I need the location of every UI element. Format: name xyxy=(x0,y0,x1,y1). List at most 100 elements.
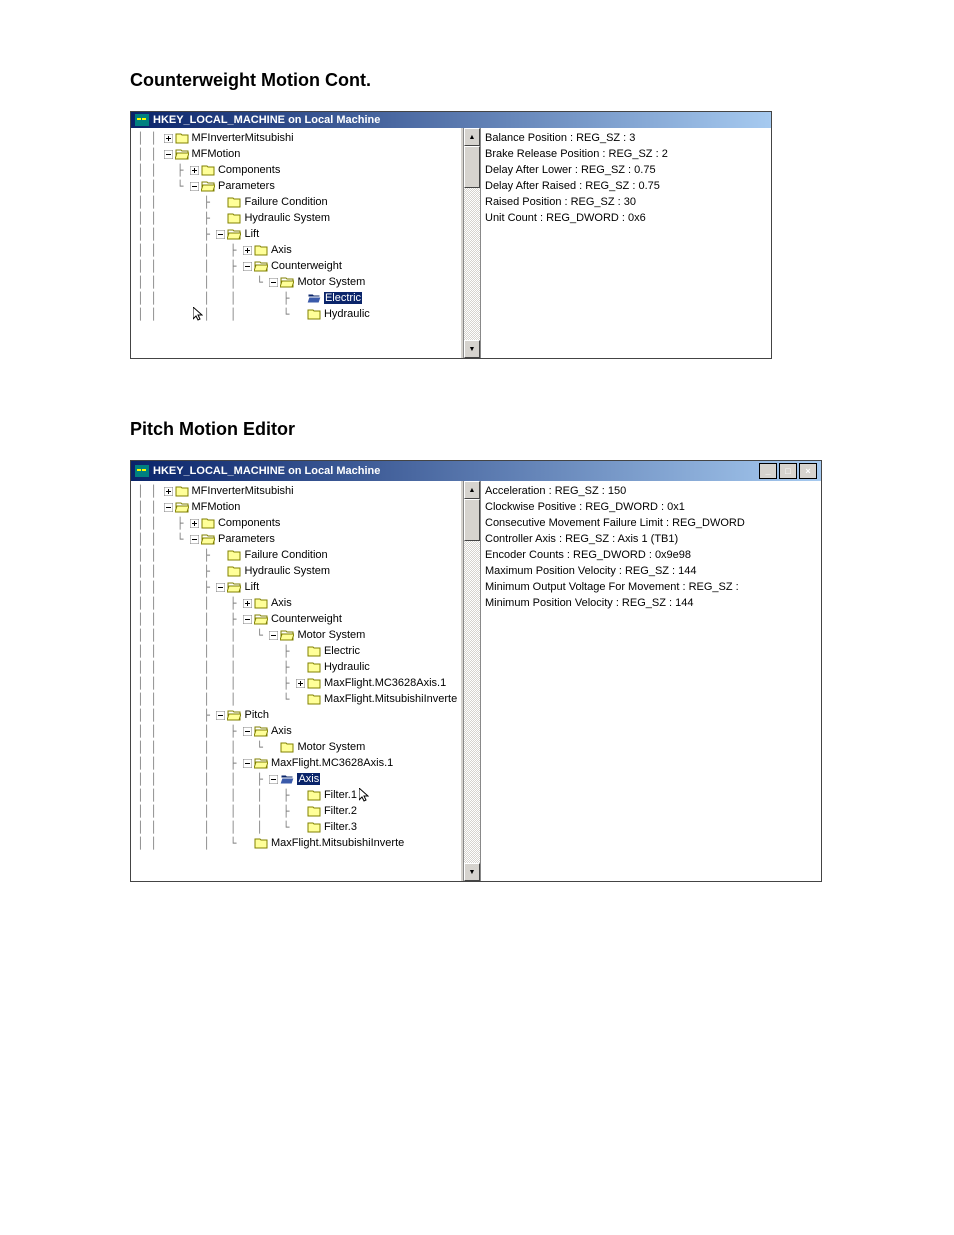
registry-value[interactable]: Maximum Position Velocity : REG_SZ : 144 xyxy=(485,563,817,579)
registry-value[interactable]: Clockwise Positive : REG_DWORD : 0x1 xyxy=(485,499,817,515)
tree-label[interactable]: Axis xyxy=(297,773,320,785)
tree-node[interactable]: │ │ │ │ ├ Electric xyxy=(137,290,461,306)
tree-node[interactable]: │ │ MFMotion xyxy=(137,146,461,162)
expand-box-icon[interactable] xyxy=(190,166,201,175)
scroll-thumb[interactable] xyxy=(464,146,480,188)
tree-label[interactable]: Hydraulic System xyxy=(244,212,330,224)
tree-label[interactable]: Axis xyxy=(271,244,292,256)
tree-label[interactable]: Motor System xyxy=(297,741,365,753)
expand-box-icon[interactable] xyxy=(296,789,307,801)
expand-box-icon[interactable] xyxy=(216,565,227,577)
expand-box-icon[interactable] xyxy=(296,679,307,688)
tree-node[interactable]: │ │ │ │ ├ MaxFlight.MC3628Axis.1 xyxy=(137,675,461,691)
value-pane-2[interactable]: Acceleration : REG_SZ : 150Clockwise Pos… xyxy=(481,481,821,881)
registry-value[interactable]: Minimum Output Voltage For Movement : RE… xyxy=(485,579,817,595)
registry-value[interactable]: Unit Count : REG_DWORD : 0x6 xyxy=(485,210,767,226)
registry-value[interactable]: Raised Position : REG_SZ : 30 xyxy=(485,194,767,210)
tree-label[interactable]: Failure Condition xyxy=(244,549,327,561)
tree-label[interactable]: MFInverterMitsubishi xyxy=(192,132,294,144)
tree-label[interactable]: Parameters xyxy=(218,533,275,545)
tree-label[interactable]: Motor System xyxy=(297,276,365,288)
scroll-down-icon[interactable]: ▼ xyxy=(464,340,480,358)
scroll-thumb[interactable] xyxy=(464,499,480,541)
expand-box-icon[interactable] xyxy=(269,775,280,784)
tree-node[interactable]: │ │ │ │ └ Motor System xyxy=(137,627,461,643)
scroll-up-icon[interactable]: ▲ xyxy=(464,128,480,146)
expand-box-icon[interactable] xyxy=(243,599,254,608)
expand-box-icon[interactable] xyxy=(164,487,175,496)
tree-label[interactable]: MFMotion xyxy=(192,501,241,513)
registry-value[interactable]: Delay After Lower : REG_SZ : 0.75 xyxy=(485,162,767,178)
tree-label[interactable]: MaxFlight.MitsubishiInverte xyxy=(271,837,404,849)
expand-box-icon[interactable] xyxy=(296,645,307,657)
tree-node[interactable]: │ │ ├ Hydraulic System xyxy=(137,210,461,226)
tree-label[interactable]: Filter.1 xyxy=(324,789,357,801)
tree-node[interactable]: │ │ └ Parameters xyxy=(137,178,461,194)
expand-box-icon[interactable] xyxy=(190,535,201,544)
tree-node[interactable]: │ │ │ ├ Axis xyxy=(137,595,461,611)
expand-box-icon[interactable] xyxy=(296,805,307,817)
tree-node[interactable]: │ │ │ │ ├ Axis xyxy=(137,771,461,787)
expand-box-icon[interactable] xyxy=(269,741,280,753)
registry-value[interactable]: Encoder Counts : REG_DWORD : 0x9e98 xyxy=(485,547,817,563)
expand-box-icon[interactable] xyxy=(243,727,254,736)
value-pane-1[interactable]: Balance Position : REG_SZ : 3Brake Relea… xyxy=(481,128,771,358)
titlebar-2[interactable]: HKEY_LOCAL_MACHINE on Local Machine _ □ … xyxy=(131,461,821,481)
registry-value[interactable]: Controller Axis : REG_SZ : Axis 1 (TB1) xyxy=(485,531,817,547)
tree-node[interactable]: │ │ MFInverterMitsubishi xyxy=(137,130,461,146)
expand-box-icon[interactable] xyxy=(164,503,175,512)
tree-label[interactable]: Electric xyxy=(324,292,362,304)
tree-pane-1[interactable]: │ │ MFInverterMitsubishi│ │ MFMotion │ │ … xyxy=(131,128,463,358)
tree-node[interactable]: │ │ ├ Hydraulic System xyxy=(137,563,461,579)
tree-node[interactable]: │ │ │ ├ Counterweight xyxy=(137,611,461,627)
expand-box-icon[interactable] xyxy=(243,837,254,849)
tree-label[interactable]: MFInverterMitsubishi xyxy=(192,485,294,497)
expand-box-icon[interactable] xyxy=(164,134,175,143)
tree-label[interactable]: Hydraulic System xyxy=(244,565,330,577)
maximize-button[interactable]: □ xyxy=(779,463,797,479)
expand-box-icon[interactable] xyxy=(243,246,254,255)
tree-node[interactable]: │ │ MFMotion xyxy=(137,499,461,515)
tree-label[interactable]: MaxFlight.MitsubishiInverte xyxy=(324,693,457,705)
tree-label[interactable]: Lift xyxy=(244,581,259,593)
expand-box-icon[interactable] xyxy=(216,711,227,720)
tree-node[interactable]: │ │ │ │ └ Hydraulic xyxy=(137,306,461,322)
expand-box-icon[interactable] xyxy=(243,759,254,768)
tree-label[interactable]: Failure Condition xyxy=(244,196,327,208)
expand-box-icon[interactable] xyxy=(216,583,227,592)
expand-box-icon[interactable] xyxy=(296,693,307,705)
tree-node[interactable]: │ │ │ │ │ ├ Filter.2 xyxy=(137,803,461,819)
registry-value[interactable]: Brake Release Position : REG_SZ : 2 xyxy=(485,146,767,162)
expand-box-icon[interactable] xyxy=(269,278,280,287)
titlebar-1[interactable]: HKEY_LOCAL_MACHINE on Local Machine xyxy=(131,112,771,128)
tree-node[interactable]: │ │ MFInverterMitsubishi xyxy=(137,483,461,499)
tree-node[interactable]: │ │ │ ├ Counterweight xyxy=(137,258,461,274)
expand-box-icon[interactable] xyxy=(216,230,227,239)
tree-node[interactable]: │ │ ├ Lift xyxy=(137,579,461,595)
expand-box-icon[interactable] xyxy=(190,182,201,191)
tree-label[interactable]: Counterweight xyxy=(271,613,342,625)
expand-box-icon[interactable] xyxy=(296,661,307,673)
tree-label[interactable]: MaxFlight.MC3628Axis.1 xyxy=(271,757,393,769)
tree-node[interactable]: │ │ │ │ │ └ Filter.3 xyxy=(137,819,461,835)
tree-node[interactable]: │ │ │ ├ Axis xyxy=(137,723,461,739)
tree-label[interactable]: Counterweight xyxy=(271,260,342,272)
tree-node[interactable]: │ │ │ ├ Axis xyxy=(137,242,461,258)
tree-pane-2[interactable]: │ │ MFInverterMitsubishi│ │ MFMotion│ │ … xyxy=(131,481,463,881)
tree-label[interactable]: Axis xyxy=(271,725,292,737)
tree-node[interactable]: │ │ │ │ └ MaxFlight.MitsubishiInverte xyxy=(137,691,461,707)
tree-node[interactable]: │ │ ├ Components xyxy=(137,515,461,531)
tree-label[interactable]: Electric xyxy=(324,645,360,657)
registry-value[interactable]: Minimum Position Velocity : REG_SZ : 144 xyxy=(485,595,817,611)
scroll-track[interactable] xyxy=(464,541,480,863)
vscrollbar-1[interactable]: ▲ ▼ xyxy=(463,128,481,358)
tree-node[interactable]: │ │ ├ Failure Condition xyxy=(137,547,461,563)
expand-box-icon[interactable] xyxy=(216,196,227,208)
tree-node[interactable]: │ │ │ │ └ Motor System xyxy=(137,739,461,755)
expand-box-icon[interactable] xyxy=(216,212,227,224)
expand-box-icon[interactable] xyxy=(296,292,307,304)
tree-label[interactable]: Lift xyxy=(244,228,259,240)
expand-box-icon[interactable] xyxy=(296,821,307,833)
tree-label[interactable]: Motor System xyxy=(297,629,365,641)
tree-label[interactable]: Pitch xyxy=(244,709,268,721)
